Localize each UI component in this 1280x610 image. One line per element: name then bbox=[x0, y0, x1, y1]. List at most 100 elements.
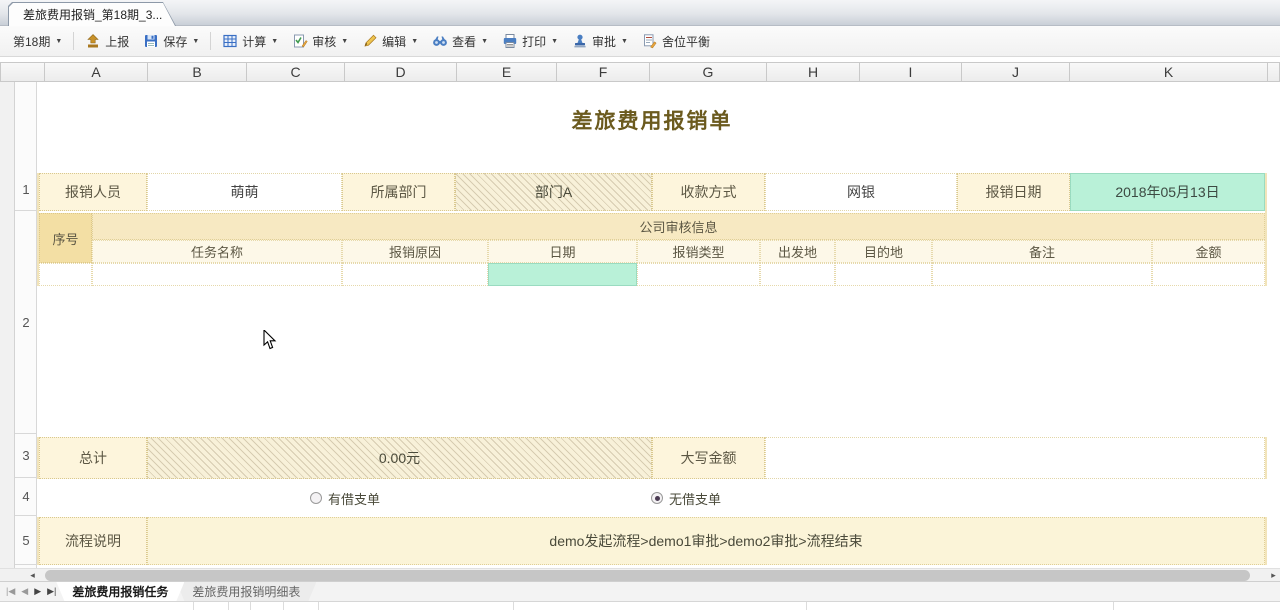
detail-col-remark: 备注 bbox=[932, 240, 1152, 263]
row-header-4[interactable]: 4 bbox=[15, 478, 37, 516]
first-sheet-icon[interactable]: |◀ bbox=[6, 586, 15, 597]
detail-col-origin: 出发地 bbox=[760, 240, 835, 263]
rounding-balance-button[interactable]: 舍位平衡 bbox=[635, 30, 717, 53]
next-sheet-icon[interactable]: ▶ bbox=[34, 586, 41, 597]
flow-description: demo发起流程>demo1审批>demo2审批>流程结束 bbox=[147, 517, 1265, 565]
detail-cell-seq[interactable] bbox=[39, 263, 92, 286]
detail-cell-amount[interactable] bbox=[1152, 263, 1265, 286]
field-label-department: 所属部门 bbox=[342, 173, 455, 211]
save-button[interactable]: 保存 ▼ bbox=[136, 30, 206, 53]
audit-button[interactable]: 审核 ▼ bbox=[285, 30, 355, 53]
form-edge bbox=[1265, 173, 1267, 286]
print-icon bbox=[502, 33, 518, 49]
submit-button[interactable]: 上报 bbox=[78, 30, 136, 53]
row-header-1[interactable]: 1 bbox=[15, 168, 37, 211]
rounding-balance-icon bbox=[642, 33, 658, 49]
total-label: 总计 bbox=[39, 437, 147, 479]
dropdown-caret-icon: ▼ bbox=[481, 38, 488, 45]
radio-no-loan-slip[interactable]: 无借支单 bbox=[651, 479, 721, 517]
dropdown-caret-icon: ▼ bbox=[341, 38, 348, 45]
toolbar: 第18期 ▼ 上报 保存 ▼ 计算 ▼ bbox=[0, 26, 1280, 57]
partial-grid-row bbox=[0, 601, 1280, 610]
row-header-5[interactable]: 5 bbox=[15, 516, 37, 565]
column-header-K[interactable]: K bbox=[1070, 62, 1268, 82]
detail-cell-origin[interactable] bbox=[760, 263, 835, 286]
detail-cell-remark[interactable] bbox=[932, 263, 1152, 286]
flow-label: 流程说明 bbox=[39, 517, 147, 565]
column-header-C[interactable]: C bbox=[247, 62, 345, 82]
document-tab[interactable]: 差旅费用报销_第18期_3... bbox=[8, 2, 176, 26]
approve-icon bbox=[572, 33, 588, 49]
last-sheet-icon[interactable]: ▶| bbox=[47, 586, 56, 597]
column-header-D[interactable]: D bbox=[345, 62, 457, 82]
field-value-reimburser[interactable]: 萌萌 bbox=[147, 173, 342, 211]
detail-cell-date-selected[interactable] bbox=[488, 263, 637, 286]
detail-cell-task-name[interactable] bbox=[92, 263, 342, 286]
audit-icon bbox=[292, 33, 308, 49]
sheet-nav-arrows: |◀ ◀ ▶ ▶| bbox=[0, 582, 64, 601]
field-value-reimburse-date[interactable]: 2018年05月13日 bbox=[1070, 173, 1265, 211]
total-value: 0.00元 bbox=[147, 437, 652, 479]
detail-cell-destination[interactable] bbox=[835, 263, 932, 286]
column-header-I[interactable]: I bbox=[860, 62, 962, 82]
print-button[interactable]: 打印 ▼ bbox=[495, 30, 565, 53]
edit-button[interactable]: 编辑 ▼ bbox=[355, 30, 425, 53]
edit-icon bbox=[362, 33, 378, 49]
horizontal-scrollbar[interactable]: ◂ ▸ bbox=[0, 568, 1280, 581]
row-header-3[interactable]: 3 bbox=[15, 434, 37, 478]
field-value-department: 部门A bbox=[455, 173, 652, 211]
detail-col-amount: 金额 bbox=[1152, 240, 1265, 263]
save-icon bbox=[143, 33, 159, 49]
calculate-button[interactable]: 计算 ▼ bbox=[215, 30, 285, 53]
column-header-G[interactable]: G bbox=[650, 62, 767, 82]
toolbar-separator bbox=[210, 32, 211, 50]
detail-cell-type[interactable] bbox=[637, 263, 760, 286]
radio-has-loan-slip[interactable]: 有借支单 bbox=[310, 479, 380, 517]
sheet-tab-detail[interactable]: 差旅费用报销明细表 bbox=[176, 582, 316, 601]
dropdown-caret-icon: ▼ bbox=[192, 38, 199, 45]
sheet-tab-task[interactable]: 差旅费用报销任务 bbox=[56, 582, 184, 601]
document-tab-title: 差旅费用报销_第18期_3... bbox=[9, 3, 175, 26]
calculate-icon bbox=[222, 33, 238, 49]
detail-col-task-name: 任务名称 bbox=[92, 240, 342, 263]
column-header-J[interactable]: J bbox=[962, 62, 1070, 82]
document-tab-bar: 差旅费用报销_第18期_3... bbox=[0, 0, 1280, 26]
detail-col-destination: 目的地 bbox=[835, 240, 932, 263]
dropdown-caret-icon: ▼ bbox=[551, 38, 558, 45]
select-all-corner[interactable] bbox=[0, 62, 45, 82]
form-title: 差旅费用报销单 bbox=[37, 103, 1267, 137]
toolbar-separator bbox=[73, 32, 74, 50]
submit-icon bbox=[85, 33, 101, 49]
row-header-column: 1 2 3 4 5 bbox=[15, 82, 37, 568]
field-label-reimburser: 报销人员 bbox=[39, 173, 147, 211]
column-header-H[interactable]: H bbox=[767, 62, 860, 82]
view-icon bbox=[432, 33, 448, 49]
prev-sheet-icon[interactable]: ◀ bbox=[21, 586, 28, 597]
radio-selected-icon bbox=[651, 492, 663, 504]
field-label-reimburse-date: 报销日期 bbox=[957, 173, 1070, 211]
sheet-tab-bar: |◀ ◀ ▶ ▶| 差旅费用报销任务 差旅费用报销明细表 bbox=[0, 581, 1280, 601]
radio-unselected-icon bbox=[310, 492, 322, 504]
detail-col-reason: 报销原因 bbox=[342, 240, 488, 263]
column-header-B[interactable]: B bbox=[148, 62, 247, 82]
dropdown-caret-icon: ▼ bbox=[411, 38, 418, 45]
dropdown-caret-icon: ▼ bbox=[55, 38, 62, 45]
dropdown-caret-icon: ▼ bbox=[271, 38, 278, 45]
row-header-2[interactable]: 2 bbox=[15, 211, 37, 434]
column-header-A[interactable]: A bbox=[45, 62, 148, 82]
view-button[interactable]: 查看 ▼ bbox=[425, 30, 495, 53]
amount-in-words-label: 大写金额 bbox=[652, 437, 765, 479]
column-header-F[interactable]: F bbox=[557, 62, 650, 82]
approve-button[interactable]: 审批 ▼ bbox=[565, 30, 635, 53]
detail-group-header: 公司审核信息 bbox=[92, 213, 1265, 240]
detail-seq-header: 序号 bbox=[39, 213, 92, 263]
field-label-payment-method: 收款方式 bbox=[652, 173, 765, 211]
period-button[interactable]: 第18期 ▼ bbox=[6, 30, 69, 53]
column-header-partial bbox=[1268, 62, 1280, 82]
field-value-payment-method[interactable]: 网银 bbox=[765, 173, 957, 211]
detail-cell-reason[interactable] bbox=[342, 263, 488, 286]
amount-in-words-value[interactable] bbox=[765, 437, 1265, 479]
scrollbar-thumb[interactable] bbox=[45, 570, 1250, 581]
column-header-E[interactable]: E bbox=[457, 62, 557, 82]
detail-col-type: 报销类型 bbox=[637, 240, 760, 263]
